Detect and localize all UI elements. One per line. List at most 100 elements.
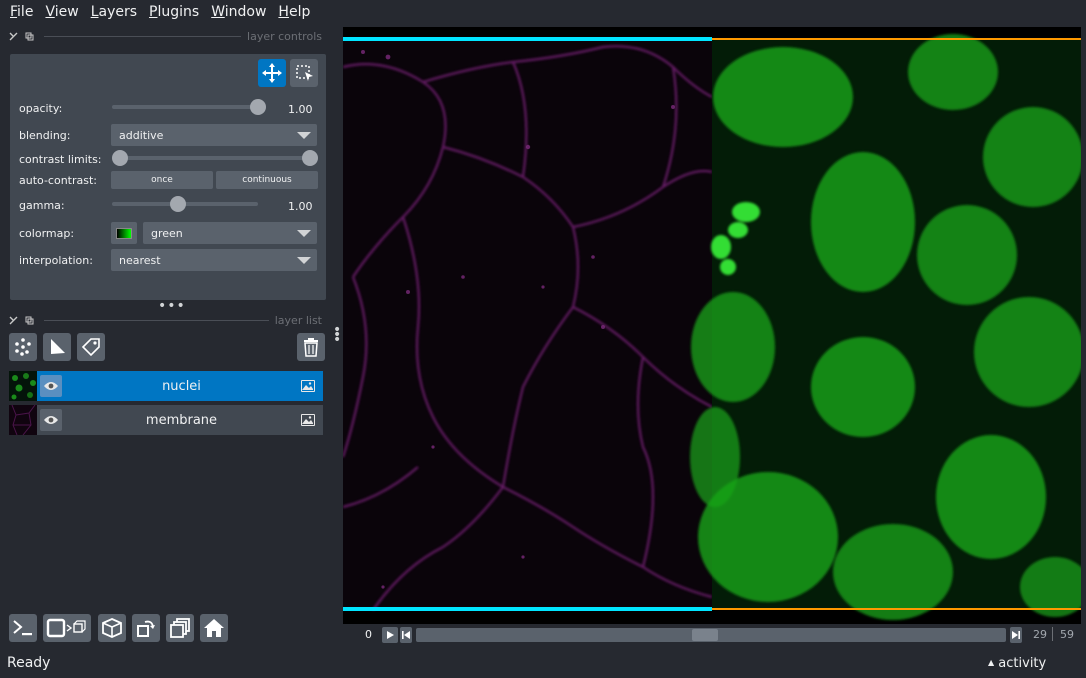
auto-contrast-continuous-button[interactable]: continuous	[216, 171, 318, 189]
layer-row-body[interactable]: nuclei	[37, 371, 323, 401]
opacity-slider-handle[interactable]	[250, 99, 266, 115]
layer-controls-panel: opacity: 1.00 blending: additive contras…	[10, 54, 326, 300]
menu-file-mnemonic: F	[10, 4, 18, 20]
layer-controls-title: layer controls	[247, 29, 322, 43]
delete-layer-button[interactable]	[297, 333, 325, 361]
colormap-gradient	[116, 227, 132, 239]
splitter-handle-icon[interactable]: •••	[158, 299, 186, 313]
right-panel-top-border	[712, 38, 1081, 40]
layer-row-body[interactable]: membrane	[37, 405, 323, 435]
interpolation-select-value: nearest	[119, 253, 161, 267]
chevron-down-icon	[297, 132, 311, 139]
contrast-limits-label: contrast limits:	[19, 152, 102, 166]
layer-name: nuclei	[162, 378, 201, 394]
continuous-label: continuous	[242, 175, 292, 185]
gamma-slider-handle[interactable]	[169, 196, 186, 212]
close-dock-icon[interactable]	[8, 315, 18, 325]
square-view-icon	[46, 618, 86, 638]
roll-dims-button[interactable]	[98, 614, 126, 642]
left-panel-top-border	[343, 37, 712, 41]
menu-layers[interactable]: Layers	[85, 0, 143, 24]
float-dock-icon[interactable]	[24, 315, 34, 325]
left-panel-bottom-border	[343, 607, 712, 611]
play-button[interactable]	[382, 627, 398, 643]
new-shapes-layer-button[interactable]	[43, 333, 71, 361]
menu-file[interactable]: File	[4, 0, 39, 24]
menu-file-label: ile	[17, 4, 34, 20]
dims-slider-handle[interactable]	[692, 629, 719, 641]
home-icon	[204, 619, 224, 637]
play-icon	[387, 631, 394, 639]
colormap-select[interactable]: green	[143, 222, 317, 244]
dock-resize-handle-icon[interactable]: • • •	[333, 323, 341, 347]
new-labels-layer-button[interactable]	[77, 333, 105, 361]
layer-row-nuclei[interactable]: nuclei	[9, 371, 323, 401]
blending-select[interactable]: additive	[111, 124, 317, 146]
float-dock-icon[interactable]	[24, 31, 34, 41]
contrast-max-handle[interactable]	[302, 150, 318, 166]
opacity-slider[interactable]	[112, 99, 266, 115]
transform-button[interactable]	[290, 59, 318, 87]
layer-list-title: layer list	[274, 313, 322, 327]
menu-help-label: elp	[288, 4, 311, 20]
image-layer-icon	[301, 380, 315, 392]
eye-icon	[44, 416, 58, 424]
eye-icon	[44, 382, 58, 390]
auto-contrast-once-button[interactable]: once	[111, 171, 213, 189]
pan-zoom-button[interactable]	[258, 59, 286, 87]
colormap-label: colormap:	[19, 226, 75, 240]
contrast-limits-slider[interactable]	[112, 150, 318, 166]
layer-row-membrane[interactable]: membrane	[9, 404, 323, 436]
blending-label: blending:	[19, 128, 71, 142]
menu-view[interactable]: View	[39, 0, 84, 24]
menu-plugins[interactable]: Plugins	[143, 0, 205, 24]
menu-help[interactable]: Help	[272, 0, 316, 24]
step-back-button[interactable]	[400, 627, 412, 643]
trash-icon	[304, 338, 318, 357]
reset-view-button[interactable]	[200, 614, 228, 642]
menu-window[interactable]: Window	[205, 0, 272, 24]
dock-title-divider	[44, 35, 242, 37]
ndisplay-button[interactable]	[43, 614, 91, 642]
status-message: Ready	[7, 655, 51, 671]
transpose-dims-button[interactable]	[132, 614, 160, 642]
visibility-toggle[interactable]	[40, 375, 62, 397]
cube-icon	[102, 618, 122, 638]
stacked-squares-icon	[170, 618, 190, 638]
viewer-canvas[interactable]	[343, 27, 1081, 624]
transform-select-icon	[296, 65, 313, 81]
opacity-label: opacity:	[19, 101, 63, 115]
menu-bar: File View Layers Plugins Window Help	[0, 0, 1086, 24]
menu-layers-mnemonic: L	[90, 4, 99, 20]
grid-view-button[interactable]	[166, 614, 194, 642]
close-dock-icon[interactable]	[8, 31, 18, 41]
auto-contrast-label: auto-contrast:	[19, 173, 98, 187]
console-button[interactable]	[9, 614, 37, 642]
menu-plugins-label: lugins	[157, 4, 200, 20]
new-points-layer-button[interactable]	[9, 333, 37, 361]
colormap-preview[interactable]	[111, 222, 137, 244]
dims-slider-track[interactable]	[416, 628, 1006, 642]
contrast-min-handle[interactable]	[112, 150, 128, 166]
once-label: once	[151, 175, 173, 185]
activity-toggle[interactable]: ▲ activity	[988, 656, 1046, 671]
blending-select-value: additive	[119, 128, 164, 142]
dims-axis-label: 0	[365, 628, 372, 641]
caret-up-icon: ▲	[988, 658, 995, 667]
layer-thumbnail-membrane	[9, 404, 37, 436]
interpolation-label: interpolation:	[19, 253, 93, 267]
rotate-square-icon	[137, 620, 155, 637]
gamma-slider[interactable]	[112, 196, 258, 212]
canvas-image	[343, 34, 1081, 620]
step-forward-button[interactable]	[1010, 627, 1022, 643]
gamma-label: gamma:	[19, 198, 65, 212]
dock-title-divider	[44, 319, 269, 321]
shapes-icon	[51, 339, 65, 354]
activity-label: activity	[998, 656, 1047, 671]
layer-thumbnail-nuclei	[9, 371, 37, 401]
interpolation-select[interactable]: nearest	[111, 249, 317, 271]
visibility-toggle[interactable]	[40, 409, 62, 431]
dims-current-frame[interactable]: 29	[1033, 628, 1047, 641]
dims-frame-divider	[1052, 627, 1053, 641]
tag-icon	[81, 338, 100, 357]
